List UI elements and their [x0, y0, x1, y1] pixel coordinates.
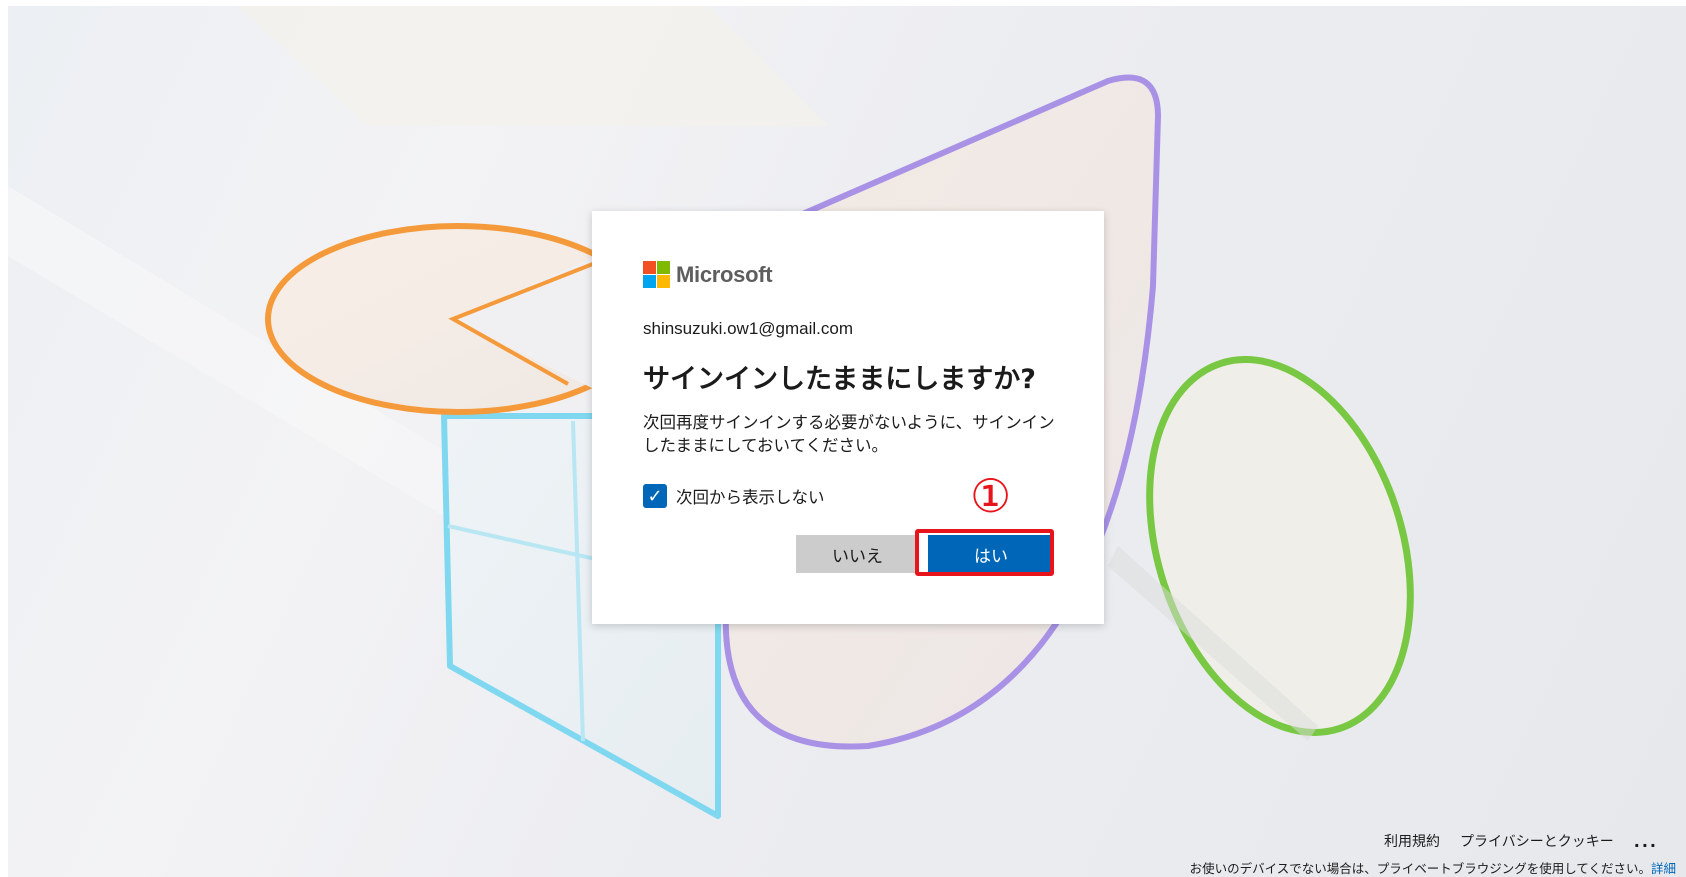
no-button[interactable]: いいえ: [796, 535, 919, 573]
footer-links: 利用規約 プライバシーとクッキー ...: [1384, 831, 1658, 851]
dont-show-again-checkbox-row[interactable]: ✓ 次回から表示しない: [643, 484, 825, 508]
details-link[interactable]: 詳細: [1651, 861, 1676, 876]
logo-square-yellow: [657, 275, 670, 288]
microsoft-logo-icon: [643, 261, 670, 288]
privacy-cookies-link[interactable]: プライバシーとクッキー: [1460, 831, 1614, 851]
terms-link[interactable]: 利用規約: [1384, 831, 1440, 851]
dialog-title: サインインしたままにしますか?: [643, 364, 1036, 395]
dont-show-again-label[interactable]: 次回から表示しない: [676, 484, 825, 508]
more-options-icon[interactable]: ...: [1634, 832, 1658, 851]
brand-name: Microsoft: [676, 261, 773, 287]
microsoft-logo: Microsoft: [643, 261, 773, 288]
account-email: shinsuzuki.ow1@gmail.com: [643, 319, 854, 338]
dialog-description: 次回再度サインインする必要がないように、サインインしたままにしておいてください。: [643, 413, 1055, 455]
logo-square-red: [643, 261, 656, 274]
sign-in-page: Microsoft shinsuzuki.ow1@gmail.com サインイン…: [0, 0, 1686, 877]
annotation-step-marker: ①: [970, 469, 1012, 523]
logo-square-blue: [643, 275, 656, 288]
private-browsing-note-text: お使いのデバイスでない場合は、プライベートブラウジングを使用してください。: [1189, 861, 1651, 876]
private-browsing-note: お使いのデバイスでない場合は、プライベートブラウジングを使用してください。詳細: [1190, 858, 1676, 877]
logo-square-green: [657, 261, 670, 274]
checkmark-icon: ✓: [647, 485, 663, 507]
dont-show-again-checkbox[interactable]: ✓: [643, 484, 667, 508]
annotation-highlight-box: [915, 529, 1054, 576]
